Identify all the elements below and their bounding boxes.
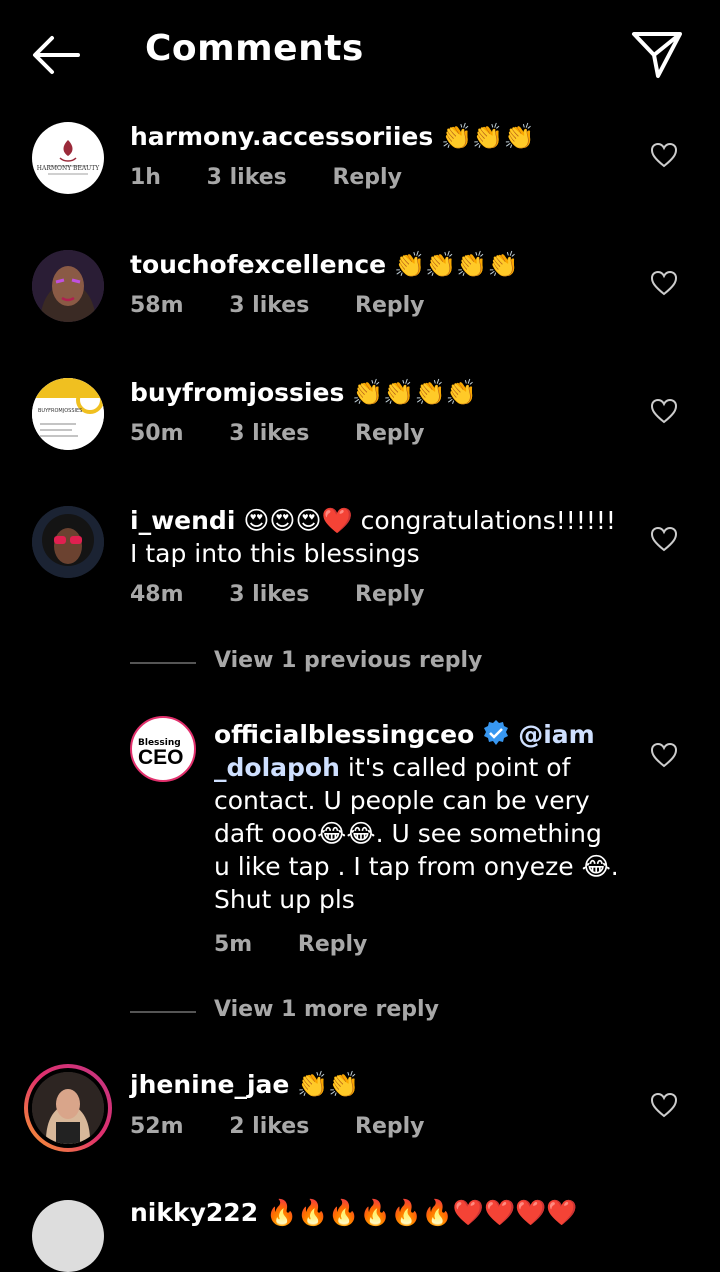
comment-likes[interactable]: 3 likes: [207, 165, 287, 190]
profile-photo-icon: [32, 250, 104, 322]
store-logo-icon: [32, 378, 104, 450]
avatar[interactable]: BUYFROMJOSSIES: [32, 378, 104, 450]
comment-likes[interactable]: 3 likes: [229, 582, 309, 607]
heart-icon[interactable]: [650, 526, 678, 552]
avatar[interactable]: [32, 506, 104, 578]
view-more-label[interactable]: View 1 more reply: [214, 997, 439, 1022]
heart-icon[interactable]: [650, 270, 678, 296]
avatar[interactable]: [32, 1200, 104, 1272]
reply-button[interactable]: Reply: [298, 932, 368, 957]
comment-username[interactable]: buyfromjossies: [130, 378, 344, 407]
avatar-label: BUYFROMJOSSIES: [38, 408, 83, 414]
view-previous-replies[interactable]: View 1 previous reply: [130, 648, 530, 678]
comment-username[interactable]: nikky222: [130, 1198, 258, 1227]
comment-username[interactable]: touchofexcellence: [130, 250, 386, 279]
comment-body: 👏👏👏👏: [394, 250, 519, 279]
comment-time: 50m: [130, 421, 184, 446]
comment-body: 👏👏: [297, 1070, 360, 1099]
reply-button[interactable]: Reply: [355, 293, 425, 318]
comment-text: harmony.accessoriies 👏👏👏: [130, 120, 630, 153]
profile-photo-icon: [32, 506, 104, 578]
comment-time: 1h: [130, 165, 161, 190]
comment-likes[interactable]: 3 likes: [229, 293, 309, 318]
page-title: Comments: [145, 28, 364, 69]
heart-icon[interactable]: [650, 142, 678, 168]
comment-text: buyfromjossies 👏👏👏👏: [130, 376, 630, 409]
avatar-label: HARMONY BEAUTY: [36, 165, 100, 172]
heart-icon[interactable]: [650, 1092, 678, 1118]
comment-text: nikky222 🔥🔥🔥🔥🔥🔥❤️❤️❤️❤️: [130, 1196, 630, 1229]
view-more-replies[interactable]: View 1 more reply: [130, 997, 530, 1027]
heart-icon[interactable]: [650, 398, 678, 424]
comment-body: 👏👏👏: [441, 122, 535, 151]
comment-meta: 1h 3 likes Reply: [130, 165, 440, 190]
reply-button[interactable]: Reply: [332, 165, 402, 190]
comment-time: 58m: [130, 293, 184, 318]
comment-meta: 5m Reply: [214, 932, 405, 957]
story-ring[interactable]: [24, 1064, 112, 1152]
reply-button[interactable]: Reply: [355, 1114, 425, 1139]
avatar-label-main: CEO: [138, 746, 184, 769]
avatar[interactable]: HARMONY BEAUTY: [32, 122, 104, 194]
avatar[interactable]: [32, 250, 104, 322]
comment-time: 52m: [130, 1114, 184, 1139]
profile-photo-icon: [32, 1072, 104, 1144]
comment-text: officialblessingceo @iam _dolapoh it's c…: [214, 718, 624, 916]
reply-button[interactable]: Reply: [355, 421, 425, 446]
divider: [130, 1011, 196, 1013]
comment-meta: 52m 2 likes Reply: [130, 1114, 463, 1139]
comment-meta: 48m 3 likes Reply: [130, 582, 463, 607]
verified-badge-icon: [484, 720, 509, 745]
harmony-logo-icon: [33, 123, 103, 193]
comment-time: 48m: [130, 582, 184, 607]
comment-body: 👏👏👏👏: [352, 378, 477, 407]
comment-text: touchofexcellence 👏👏👏👏: [130, 248, 630, 281]
comment-time: 5m: [214, 932, 253, 957]
avatar[interactable]: Blessing CEO: [130, 716, 196, 782]
comment-likes[interactable]: 3 likes: [229, 421, 309, 446]
comment-body: 🔥🔥🔥🔥🔥🔥❤️❤️❤️❤️: [266, 1198, 578, 1227]
comment-username[interactable]: officialblessingceo: [214, 720, 474, 749]
comment-meta: 58m 3 likes Reply: [130, 293, 463, 318]
send-icon[interactable]: [630, 28, 684, 82]
comment-username[interactable]: i_wendi: [130, 506, 235, 535]
comment-text: jhenine_jae 👏👏: [130, 1068, 630, 1101]
top-bar: Comments: [0, 0, 720, 110]
reply-button[interactable]: Reply: [355, 582, 425, 607]
comment-username[interactable]: jhenine_jae: [130, 1070, 289, 1099]
heart-icon[interactable]: [650, 742, 678, 768]
back-arrow-icon[interactable]: [30, 32, 82, 78]
comment-text: i_wendi 😍😍😍❤️ congratulations!!!!!! I ta…: [130, 504, 630, 570]
divider: [130, 662, 196, 664]
comment-meta: 50m 3 likes Reply: [130, 421, 463, 446]
comment-username[interactable]: harmony.accessoriies: [130, 122, 433, 151]
view-previous-label[interactable]: View 1 previous reply: [214, 648, 482, 673]
avatar[interactable]: [32, 1072, 104, 1144]
comment-likes[interactable]: 2 likes: [229, 1114, 309, 1139]
